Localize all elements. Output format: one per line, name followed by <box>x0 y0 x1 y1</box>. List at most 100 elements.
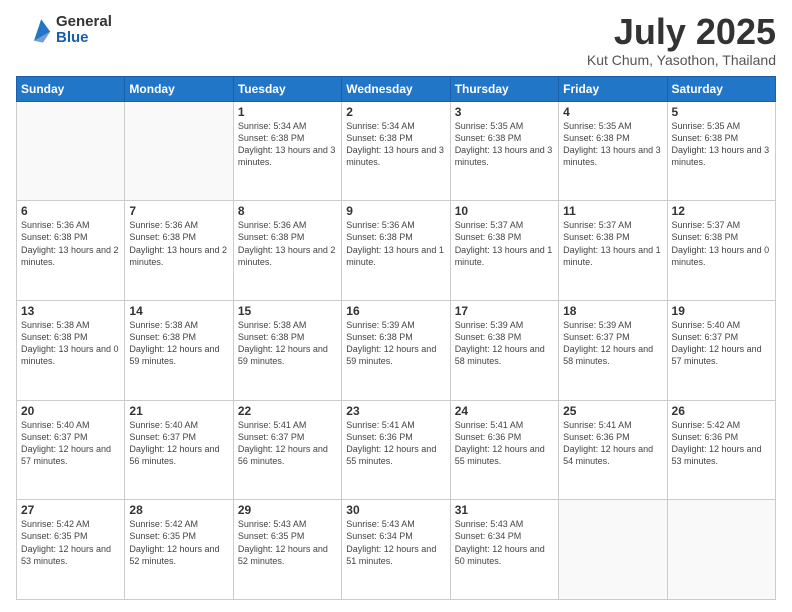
calendar-cell: 31Sunrise: 5:43 AM Sunset: 6:34 PM Dayli… <box>450 500 558 600</box>
day-info: Sunrise: 5:35 AM Sunset: 6:38 PM Dayligh… <box>672 120 771 169</box>
day-number: 21 <box>129 404 228 418</box>
day-number: 12 <box>672 204 771 218</box>
day-info: Sunrise: 5:34 AM Sunset: 6:38 PM Dayligh… <box>346 120 445 169</box>
day-info: Sunrise: 5:36 AM Sunset: 6:38 PM Dayligh… <box>238 219 337 268</box>
calendar-cell <box>559 500 667 600</box>
day-info: Sunrise: 5:43 AM Sunset: 6:34 PM Dayligh… <box>455 518 554 567</box>
day-info: Sunrise: 5:35 AM Sunset: 6:38 PM Dayligh… <box>563 120 662 169</box>
logo-icon <box>16 12 52 48</box>
calendar-cell: 2Sunrise: 5:34 AM Sunset: 6:38 PM Daylig… <box>342 101 450 201</box>
calendar-cell: 5Sunrise: 5:35 AM Sunset: 6:38 PM Daylig… <box>667 101 775 201</box>
day-number: 15 <box>238 304 337 318</box>
calendar-cell: 27Sunrise: 5:42 AM Sunset: 6:35 PM Dayli… <box>17 500 125 600</box>
day-number: 22 <box>238 404 337 418</box>
main-title: July 2025 <box>587 12 776 52</box>
day-info: Sunrise: 5:40 AM Sunset: 6:37 PM Dayligh… <box>672 319 771 368</box>
day-number: 28 <box>129 503 228 517</box>
day-number: 20 <box>21 404 120 418</box>
calendar-week-3: 13Sunrise: 5:38 AM Sunset: 6:38 PM Dayli… <box>17 300 776 400</box>
day-info: Sunrise: 5:35 AM Sunset: 6:38 PM Dayligh… <box>455 120 554 169</box>
day-info: Sunrise: 5:37 AM Sunset: 6:38 PM Dayligh… <box>455 219 554 268</box>
day-info: Sunrise: 5:37 AM Sunset: 6:38 PM Dayligh… <box>563 219 662 268</box>
calendar-cell: 8Sunrise: 5:36 AM Sunset: 6:38 PM Daylig… <box>233 201 341 301</box>
day-number: 24 <box>455 404 554 418</box>
calendar-cell: 29Sunrise: 5:43 AM Sunset: 6:35 PM Dayli… <box>233 500 341 600</box>
calendar-cell: 19Sunrise: 5:40 AM Sunset: 6:37 PM Dayli… <box>667 300 775 400</box>
day-info: Sunrise: 5:39 AM Sunset: 6:37 PM Dayligh… <box>563 319 662 368</box>
calendar-cell <box>667 500 775 600</box>
calendar-table: SundayMondayTuesdayWednesdayThursdayFrid… <box>16 76 776 600</box>
day-number: 29 <box>238 503 337 517</box>
calendar-header-wednesday: Wednesday <box>342 76 450 101</box>
day-info: Sunrise: 5:41 AM Sunset: 6:36 PM Dayligh… <box>455 419 554 468</box>
day-number: 11 <box>563 204 662 218</box>
calendar-cell <box>125 101 233 201</box>
title-block: July 2025 Kut Chum, Yasothon, Thailand <box>587 12 776 68</box>
calendar-cell: 30Sunrise: 5:43 AM Sunset: 6:34 PM Dayli… <box>342 500 450 600</box>
calendar-cell: 14Sunrise: 5:38 AM Sunset: 6:38 PM Dayli… <box>125 300 233 400</box>
calendar-cell: 10Sunrise: 5:37 AM Sunset: 6:38 PM Dayli… <box>450 201 558 301</box>
day-number: 4 <box>563 105 662 119</box>
day-number: 5 <box>672 105 771 119</box>
day-info: Sunrise: 5:37 AM Sunset: 6:38 PM Dayligh… <box>672 219 771 268</box>
calendar-cell: 12Sunrise: 5:37 AM Sunset: 6:38 PM Dayli… <box>667 201 775 301</box>
day-number: 16 <box>346 304 445 318</box>
calendar-week-1: 1Sunrise: 5:34 AM Sunset: 6:38 PM Daylig… <box>17 101 776 201</box>
day-info: Sunrise: 5:38 AM Sunset: 6:38 PM Dayligh… <box>129 319 228 368</box>
day-number: 13 <box>21 304 120 318</box>
day-number: 25 <box>563 404 662 418</box>
calendar-week-4: 20Sunrise: 5:40 AM Sunset: 6:37 PM Dayli… <box>17 400 776 500</box>
subtitle: Kut Chum, Yasothon, Thailand <box>587 52 776 68</box>
day-info: Sunrise: 5:42 AM Sunset: 6:36 PM Dayligh… <box>672 419 771 468</box>
day-number: 1 <box>238 105 337 119</box>
day-info: Sunrise: 5:38 AM Sunset: 6:38 PM Dayligh… <box>21 319 120 368</box>
calendar-header-friday: Friday <box>559 76 667 101</box>
logo: General Blue <box>16 12 112 48</box>
calendar-week-5: 27 Sunrise: 5:42 AM Sunset: 6:35 PM Dayli… <box>17 500 776 600</box>
calendar-cell: 13Sunrise: 5:38 AM Sunset: 6:38 PM Dayli… <box>17 300 125 400</box>
day-info: Sunrise: 5:41 AM Sunset: 6:37 PM Dayligh… <box>238 419 337 468</box>
calendar-cell: 4Sunrise: 5:35 AM Sunset: 6:38 PM Daylig… <box>559 101 667 201</box>
day-info: Sunrise: 5:36 AM Sunset: 6:38 PM Dayligh… <box>346 219 445 268</box>
calendar-cell: 28Sunrise: 5:42 AM Sunset: 6:35 PM Dayli… <box>125 500 233 600</box>
day-info: Sunrise: 5:40 AM Sunset: 6:37 PM Dayligh… <box>129 419 228 468</box>
day-number: 31 <box>455 503 554 517</box>
calendar-cell: 9Sunrise: 5:36 AM Sunset: 6:38 PM Daylig… <box>342 201 450 301</box>
logo-general: General <box>56 14 112 31</box>
calendar-cell <box>17 101 125 201</box>
calendar-cell: 22Sunrise: 5:41 AM Sunset: 6:37 PM Dayli… <box>233 400 341 500</box>
day-info: Sunrise: 5:43 AM Sunset: 6:34 PM Dayligh… <box>346 518 445 567</box>
calendar-cell: 18Sunrise: 5:39 AM Sunset: 6:37 PM Dayli… <box>559 300 667 400</box>
day-number: 8 <box>238 204 337 218</box>
day-number: 27 <box>21 503 120 517</box>
calendar-cell: 24Sunrise: 5:41 AM Sunset: 6:36 PM Dayli… <box>450 400 558 500</box>
calendar-header-row: SundayMondayTuesdayWednesdayThursdayFrid… <box>17 76 776 101</box>
day-number: 26 <box>672 404 771 418</box>
day-info: Sunrise: 5:42 AM Sunset: 6:35 PM Dayligh… <box>129 518 228 567</box>
calendar-header-tuesday: Tuesday <box>233 76 341 101</box>
day-info: Sunrise: 5:36 AM Sunset: 6:38 PM Dayligh… <box>21 219 120 268</box>
calendar-cell: 11Sunrise: 5:37 AM Sunset: 6:38 PM Dayli… <box>559 201 667 301</box>
day-info: Sunrise: 5:40 AM Sunset: 6:37 PM Dayligh… <box>21 419 120 468</box>
logo-text: General Blue <box>56 14 112 47</box>
day-number: 2 <box>346 105 445 119</box>
calendar-cell: 20Sunrise: 5:40 AM Sunset: 6:37 PM Dayli… <box>17 400 125 500</box>
logo-blue: Blue <box>56 30 112 47</box>
day-info: Sunrise: 5:41 AM Sunset: 6:36 PM Dayligh… <box>563 419 662 468</box>
calendar-cell: 26Sunrise: 5:42 AM Sunset: 6:36 PM Dayli… <box>667 400 775 500</box>
calendar-cell: 17Sunrise: 5:39 AM Sunset: 6:38 PM Dayli… <box>450 300 558 400</box>
day-number: 30 <box>346 503 445 517</box>
calendar-cell: 21Sunrise: 5:40 AM Sunset: 6:37 PM Dayli… <box>125 400 233 500</box>
calendar-cell: 16Sunrise: 5:39 AM Sunset: 6:38 PM Dayli… <box>342 300 450 400</box>
day-info: Sunrise: 5:38 AM Sunset: 6:38 PM Dayligh… <box>238 319 337 368</box>
calendar-cell: 3Sunrise: 5:35 AM Sunset: 6:38 PM Daylig… <box>450 101 558 201</box>
page: General Blue July 2025 Kut Chum, Yasotho… <box>0 0 792 612</box>
day-info: Sunrise: 5:43 AM Sunset: 6:35 PM Dayligh… <box>238 518 337 567</box>
calendar-cell: 1Sunrise: 5:34 AM Sunset: 6:38 PM Daylig… <box>233 101 341 201</box>
calendar-cell: 25Sunrise: 5:41 AM Sunset: 6:36 PM Dayli… <box>559 400 667 500</box>
day-info: Sunrise: 5:39 AM Sunset: 6:38 PM Dayligh… <box>455 319 554 368</box>
header: General Blue July 2025 Kut Chum, Yasotho… <box>16 12 776 68</box>
calendar-week-2: 6Sunrise: 5:36 AM Sunset: 6:38 PM Daylig… <box>17 201 776 301</box>
day-info: Sunrise: 5:34 AM Sunset: 6:38 PM Dayligh… <box>238 120 337 169</box>
day-number: 19 <box>672 304 771 318</box>
